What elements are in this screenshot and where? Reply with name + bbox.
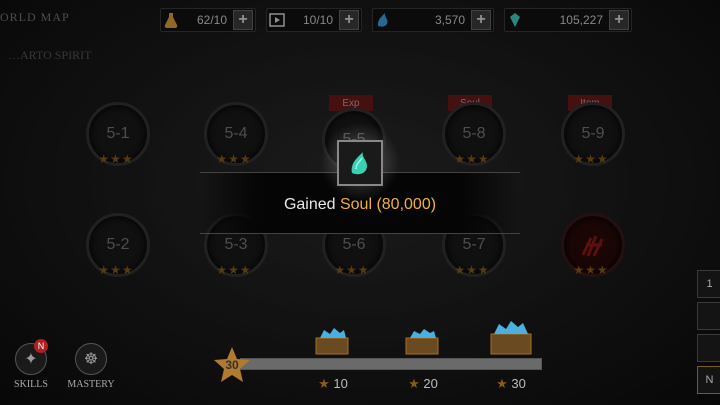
right-tab-2[interactable]	[697, 302, 720, 330]
add-stamina-button[interactable]: +	[233, 10, 253, 30]
stamina-flask-icon	[161, 10, 181, 30]
gem-value: 105,227	[559, 13, 603, 27]
boss-claw-icon	[581, 235, 604, 257]
milestone-20: ★ 20	[408, 376, 438, 391]
soul-value: 3,570	[434, 13, 465, 27]
milestone-10: ★ 10	[318, 376, 348, 391]
reward-highlight: Soul (80,000)	[339, 196, 437, 213]
star-progress-fill	[241, 359, 541, 369]
add-soul-button[interactable]: +	[471, 10, 491, 30]
soul-crystal-icon	[351, 152, 368, 175]
star-count-badge: 30	[212, 345, 252, 385]
stage-stars: ★★★	[573, 152, 609, 166]
treasure-chest-icon[interactable]	[402, 326, 442, 356]
chapter-subtitle: …ARTO SPIRIT	[8, 48, 92, 62]
star-progress-bar	[240, 358, 542, 370]
treasure-chest-icon[interactable]	[486, 318, 536, 356]
reward-prefix: Gained	[283, 196, 340, 213]
stage-stars: ★★★	[98, 263, 134, 277]
stage-stars: ★★★	[454, 263, 490, 277]
ticket-icon	[267, 10, 287, 30]
right-tab-4[interactable]: N	[697, 366, 720, 394]
new-badge: N	[34, 339, 48, 353]
stamina-resource: 62/10 +	[160, 8, 256, 32]
star-count: 30	[225, 358, 239, 372]
stage-stars: ★★★	[98, 152, 134, 166]
gem-icon	[505, 10, 525, 30]
add-ticket-button[interactable]: +	[339, 10, 359, 30]
skills-label: SKILLS	[14, 379, 48, 390]
resource-bar: 62/10 + 10/10 + 3,570 + 105,227 +	[160, 8, 632, 32]
right-tab-1[interactable]: 1	[697, 270, 720, 298]
gem-resource: 105,227 +	[504, 8, 632, 32]
stage-stars: ★★★	[573, 263, 609, 277]
stage-stars: ★★★	[216, 263, 252, 277]
world-map-title: ORLD MAP	[0, 10, 70, 24]
stage-stars: ★★★	[334, 263, 370, 277]
stage-stars: ★★★	[216, 152, 252, 166]
stamina-value: 62/10	[196, 13, 227, 27]
stage-stars: ★★★	[454, 152, 490, 166]
add-gem-button[interactable]: +	[609, 10, 629, 30]
soul-crystal-icon	[373, 10, 393, 30]
ticket-value: 10/10	[302, 13, 333, 27]
soul-resource: 3,570 +	[372, 8, 494, 32]
reward-item-frame	[337, 140, 383, 186]
mastery-button[interactable]: ☸ MASTERY	[66, 343, 116, 390]
reward-message: Gained Soul (80,000)	[200, 196, 520, 214]
treasure-chest-icon[interactable]	[312, 326, 352, 356]
right-tab-3[interactable]	[697, 334, 720, 362]
ticket-resource: 10/10 +	[266, 8, 362, 32]
meditation-icon: ☸	[75, 343, 107, 375]
mastery-label: MASTERY	[67, 379, 115, 390]
skills-button[interactable]: ✦ N SKILLS	[6, 339, 56, 390]
milestone-30: ★ 30	[496, 376, 526, 391]
